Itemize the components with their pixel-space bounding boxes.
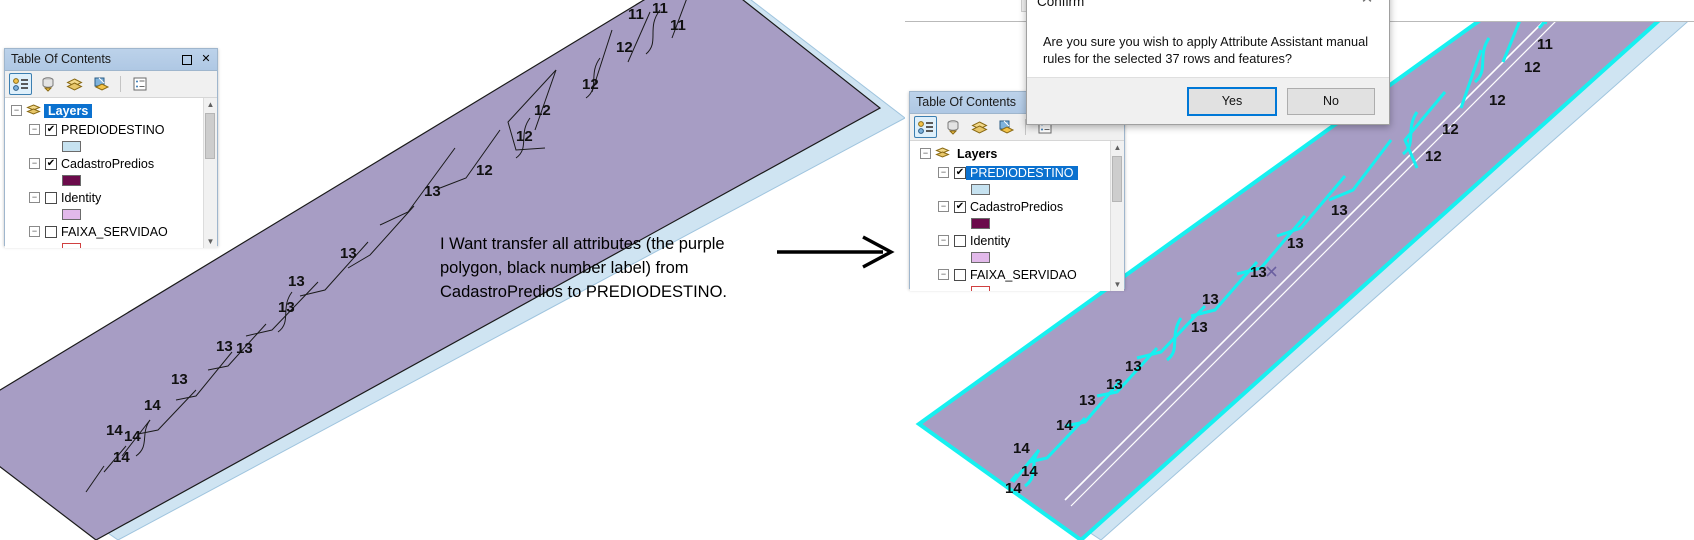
list-by-selection-icon[interactable] [995, 116, 1018, 138]
collapse-icon[interactable]: − [29, 192, 40, 203]
collapse-icon[interactable]: − [938, 167, 949, 178]
dialog-title-bar: Confirm ✕ [1027, 0, 1389, 11]
toc-title-bar-left: Table Of Contents ✕ [5, 49, 217, 71]
collapse-icon[interactable]: − [938, 235, 949, 246]
layer-visibility-checkbox[interactable] [954, 234, 966, 247]
layer-name-label[interactable]: PREDIODESTINO [966, 165, 1078, 180]
annotation-text: I Want transfer all attributes (the purp… [440, 232, 770, 304]
tree-root-layers[interactable]: − Layers [5, 102, 217, 119]
list-by-drawing-order-icon[interactable] [914, 116, 937, 138]
collapse-icon[interactable]: − [938, 201, 949, 212]
layer-swatch[interactable] [62, 209, 81, 220]
collapse-icon[interactable]: − [11, 105, 22, 116]
toc-toolbar-left[interactable] [5, 71, 217, 98]
layer-swatch[interactable] [971, 252, 990, 263]
layer-row-faixa-servidao[interactable]: − FAIXA_SERVIDAO [5, 223, 217, 240]
layer-symbol-row [5, 172, 217, 189]
layer-swatch[interactable] [971, 184, 990, 195]
layer-name-label[interactable]: FAIXA_SERVIDAO [57, 225, 172, 239]
layer-name-label[interactable]: CadastroPredios [966, 200, 1067, 214]
yes-button[interactable]: Yes [1187, 86, 1277, 116]
layer-visibility-checkbox[interactable] [954, 268, 966, 281]
list-by-source-icon[interactable] [941, 116, 964, 138]
layer-visibility-checkbox[interactable]: ✔ [45, 123, 57, 136]
dialog-button-bar: Yes No [1027, 77, 1389, 124]
scroll-down-icon[interactable]: ▼ [204, 235, 217, 248]
list-by-visibility-icon[interactable] [968, 116, 991, 138]
list-by-selection-icon[interactable] [90, 73, 113, 95]
list-by-visibility-icon[interactable] [63, 73, 86, 95]
tree-root-layers[interactable]: − Layers [910, 145, 1124, 162]
list-by-drawing-order-icon[interactable] [9, 73, 32, 95]
scroll-down-icon[interactable]: ▼ [1111, 278, 1124, 291]
layer-row-prediodestino[interactable]: − ✔ PREDIODESTINO [910, 164, 1124, 181]
layer-symbol-row [5, 138, 217, 155]
layer-visibility-checkbox[interactable] [45, 225, 57, 238]
layer-row-identity[interactable]: − Identity [910, 232, 1124, 249]
table-of-contents-panel-left[interactable]: Table Of Contents ✕ − Layers − ✔ PREDIOD… [4, 48, 218, 248]
collapse-icon[interactable]: − [938, 269, 949, 280]
scroll-up-icon[interactable]: ▲ [1111, 141, 1124, 154]
toc-scrollbar-right[interactable]: ▲ ▼ [1110, 141, 1124, 291]
layer-group-label[interactable]: Layers [44, 103, 93, 118]
layer-row-identity[interactable]: − Identity [5, 189, 217, 206]
layer-name-label[interactable]: FAIXA_SERVIDAO [966, 268, 1081, 282]
layer-name-label[interactable]: PREDIODESTINO [57, 123, 169, 137]
layer-symbol-row [910, 249, 1124, 266]
layer-swatch[interactable] [62, 243, 81, 248]
close-icon[interactable]: ✕ [1353, 0, 1381, 9]
layer-visibility-checkbox[interactable]: ✔ [45, 157, 57, 170]
layer-swatch[interactable] [971, 218, 990, 229]
layer-symbol-row [5, 206, 217, 223]
layer-name-label[interactable]: Identity [966, 234, 1014, 248]
dialog-message: Are you sure you wish to apply Attribute… [1043, 34, 1369, 66]
annotation-line-1: I Want transfer all attributes (the purp… [440, 235, 725, 253]
collapse-icon[interactable]: − [29, 158, 40, 169]
layer-swatch[interactable] [62, 141, 81, 152]
confirm-dialog[interactable]: Confirm ✕ Are you sure you wish to apply… [1026, 0, 1390, 125]
scrollbar-thumb[interactable] [205, 113, 215, 159]
dialog-title: Confirm [1037, 0, 1085, 9]
no-button[interactable]: No [1287, 87, 1375, 115]
list-by-source-icon[interactable] [36, 73, 59, 95]
collapse-icon[interactable]: − [920, 148, 931, 159]
annotation-line-2: polygon, black number label) from [440, 259, 689, 277]
layer-row-cadastropredios[interactable]: − ✔ CadastroPredios [910, 198, 1124, 215]
layer-symbol-row [910, 283, 1124, 291]
toc-tree-right[interactable]: − Layers − ✔ PREDIODESTINO − ✔ CadastroP… [910, 141, 1124, 291]
collapse-icon[interactable]: − [29, 226, 40, 237]
layer-row-faixa-servidao[interactable]: − FAIXA_SERVIDAO [910, 266, 1124, 283]
layer-row-prediodestino[interactable]: − ✔ PREDIODESTINO [5, 121, 217, 138]
layer-symbol-row [5, 240, 217, 248]
layer-visibility-checkbox[interactable]: ✔ [954, 200, 966, 213]
layer-visibility-checkbox[interactable]: ✔ [954, 166, 966, 179]
annotation-line-3: CadastroPredios to PREDIODESTINO. [440, 283, 728, 301]
toc-title-label: Table Of Contents [11, 52, 112, 66]
collapse-icon[interactable]: − [29, 124, 40, 135]
close-icon[interactable]: ✕ [198, 52, 214, 67]
layer-symbol-row [910, 215, 1124, 232]
layer-swatch[interactable] [62, 175, 81, 186]
maximize-icon[interactable] [179, 52, 195, 67]
layers-icon [935, 147, 950, 158]
options-icon[interactable] [128, 73, 151, 95]
scrollbar-thumb[interactable] [1112, 156, 1122, 202]
layer-group-label[interactable]: Layers [953, 147, 1001, 161]
toolbar-divider [120, 76, 121, 92]
layer-row-cadastropredios[interactable]: − ✔ CadastroPredios [5, 155, 217, 172]
layers-icon [26, 104, 41, 115]
layer-swatch[interactable] [971, 286, 990, 291]
layer-symbol-row [910, 181, 1124, 198]
scroll-up-icon[interactable]: ▲ [204, 98, 217, 111]
layer-name-label[interactable]: Identity [57, 191, 105, 205]
toc-tree-left[interactable]: − Layers − ✔ PREDIODESTINO − ✔ CadastroP… [5, 98, 217, 248]
transition-arrow-icon [777, 235, 895, 269]
toc-scrollbar-left[interactable]: ▲ ▼ [203, 98, 217, 248]
layer-visibility-checkbox[interactable] [45, 191, 57, 204]
layer-name-label[interactable]: CadastroPredios [57, 157, 158, 171]
